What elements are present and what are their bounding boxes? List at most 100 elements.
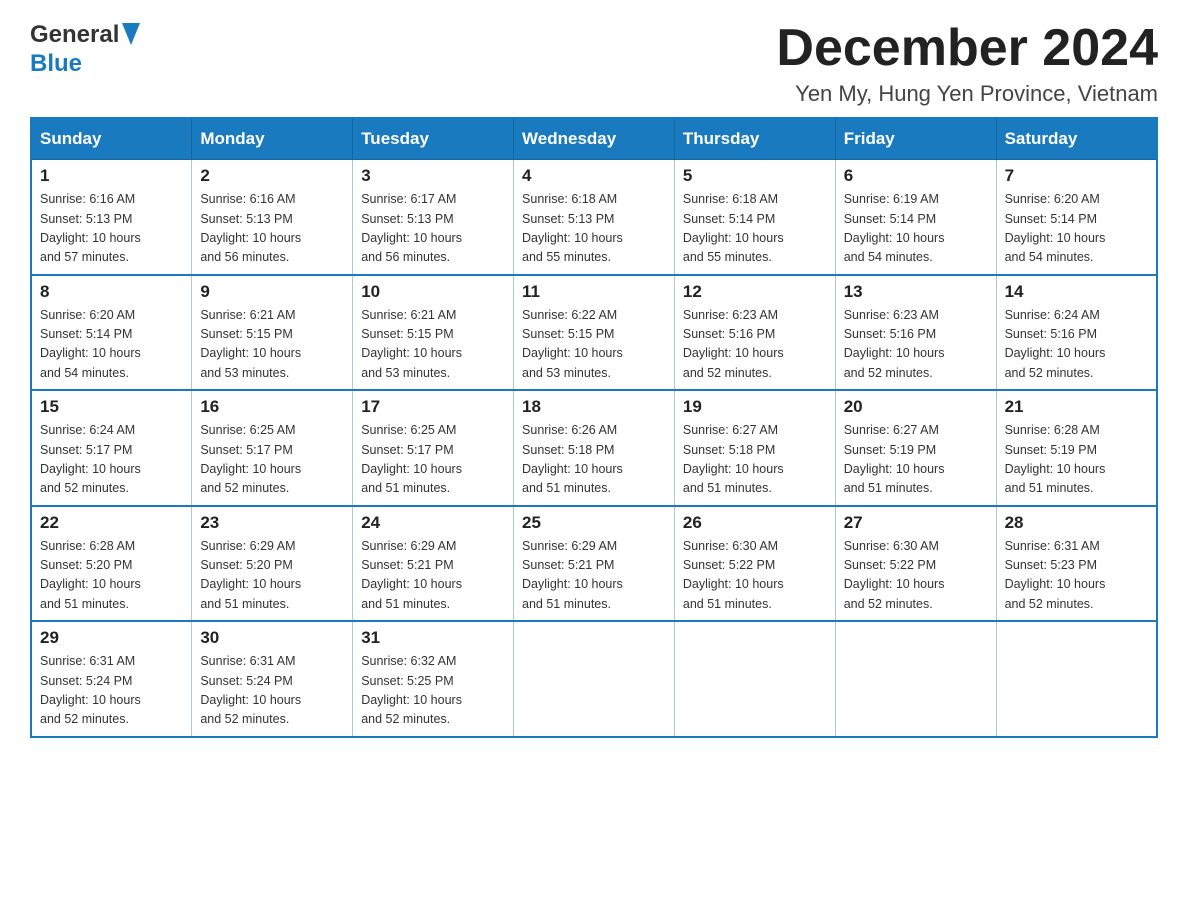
- day-number: 5: [683, 166, 827, 186]
- day-info: Sunrise: 6:23 AMSunset: 5:16 PMDaylight:…: [683, 308, 784, 380]
- day-number: 3: [361, 166, 505, 186]
- day-info: Sunrise: 6:29 AMSunset: 5:21 PMDaylight:…: [522, 539, 623, 611]
- day-info: Sunrise: 6:16 AMSunset: 5:13 PMDaylight:…: [40, 192, 141, 264]
- day-info: Sunrise: 6:29 AMSunset: 5:21 PMDaylight:…: [361, 539, 462, 611]
- day-info: Sunrise: 6:25 AMSunset: 5:17 PMDaylight:…: [200, 423, 301, 495]
- logo-arrow-icon: [122, 23, 140, 50]
- calendar-cell: [996, 621, 1157, 737]
- calendar-cell: 8 Sunrise: 6:20 AMSunset: 5:14 PMDaylight…: [31, 275, 192, 391]
- day-number: 11: [522, 282, 666, 302]
- day-info: Sunrise: 6:29 AMSunset: 5:20 PMDaylight:…: [200, 539, 301, 611]
- calendar-cell: 14 Sunrise: 6:24 AMSunset: 5:16 PMDayligh…: [996, 275, 1157, 391]
- day-info: Sunrise: 6:30 AMSunset: 5:22 PMDaylight:…: [844, 539, 945, 611]
- day-info: Sunrise: 6:30 AMSunset: 5:22 PMDaylight:…: [683, 539, 784, 611]
- day-info: Sunrise: 6:17 AMSunset: 5:13 PMDaylight:…: [361, 192, 462, 264]
- day-info: Sunrise: 6:26 AMSunset: 5:18 PMDaylight:…: [522, 423, 623, 495]
- calendar-cell: 15 Sunrise: 6:24 AMSunset: 5:17 PMDayligh…: [31, 390, 192, 506]
- calendar-cell: 7Sunrise: 6:20 AMSunset: 5:14 PMDaylight…: [996, 160, 1157, 275]
- calendar-cell: 18 Sunrise: 6:26 AMSunset: 5:18 PMDayligh…: [514, 390, 675, 506]
- calendar-cell: 6Sunrise: 6:19 AMSunset: 5:14 PMDaylight…: [835, 160, 996, 275]
- day-info: Sunrise: 6:31 AMSunset: 5:24 PMDaylight:…: [40, 654, 141, 726]
- calendar-week-3: 15 Sunrise: 6:24 AMSunset: 5:17 PMDayligh…: [31, 390, 1157, 506]
- month-title: December 2024: [776, 20, 1158, 77]
- calendar-cell: 25 Sunrise: 6:29 AMSunset: 5:21 PMDayligh…: [514, 506, 675, 622]
- day-number: 8: [40, 282, 183, 302]
- title-section: December 2024 Yen My, Hung Yen Province,…: [776, 20, 1158, 107]
- logo-general-text: General: [30, 21, 119, 49]
- day-info: Sunrise: 6:27 AMSunset: 5:19 PMDaylight:…: [844, 423, 945, 495]
- column-header-friday: Friday: [835, 118, 996, 160]
- day-number: 17: [361, 397, 505, 417]
- day-info: Sunrise: 6:23 AMSunset: 5:16 PMDaylight:…: [844, 308, 945, 380]
- calendar-week-4: 22 Sunrise: 6:28 AMSunset: 5:20 PMDayligh…: [31, 506, 1157, 622]
- day-number: 26: [683, 513, 827, 533]
- calendar-cell: 28Sunrise: 6:31 AMSunset: 5:23 PMDayligh…: [996, 506, 1157, 622]
- day-info: Sunrise: 6:16 AMSunset: 5:13 PMDaylight:…: [200, 192, 301, 264]
- calendar-cell: 10 Sunrise: 6:21 AMSunset: 5:15 PMDayligh…: [353, 275, 514, 391]
- day-info: Sunrise: 6:28 AMSunset: 5:20 PMDaylight:…: [40, 539, 141, 611]
- column-header-sunday: Sunday: [31, 118, 192, 160]
- calendar-cell: 26 Sunrise: 6:30 AMSunset: 5:22 PMDayligh…: [674, 506, 835, 622]
- day-number: 22: [40, 513, 183, 533]
- day-number: 6: [844, 166, 988, 186]
- day-info: Sunrise: 6:27 AMSunset: 5:18 PMDaylight:…: [683, 423, 784, 495]
- day-info: Sunrise: 6:20 AMSunset: 5:14 PMDaylight:…: [40, 308, 141, 380]
- day-info: Sunrise: 6:32 AMSunset: 5:25 PMDaylight:…: [361, 654, 462, 726]
- day-info: Sunrise: 6:21 AMSunset: 5:15 PMDaylight:…: [200, 308, 301, 380]
- calendar-cell: 19Sunrise: 6:27 AMSunset: 5:18 PMDayligh…: [674, 390, 835, 506]
- calendar-week-5: 29 Sunrise: 6:31 AMSunset: 5:24 PMDayligh…: [31, 621, 1157, 737]
- day-number: 20: [844, 397, 988, 417]
- calendar-cell: 27Sunrise: 6:30 AMSunset: 5:22 PMDayligh…: [835, 506, 996, 622]
- day-number: 14: [1005, 282, 1148, 302]
- day-number: 15: [40, 397, 183, 417]
- day-number: 2: [200, 166, 344, 186]
- day-number: 18: [522, 397, 666, 417]
- day-number: 7: [1005, 166, 1148, 186]
- calendar-cell: 21 Sunrise: 6:28 AMSunset: 5:19 PMDayligh…: [996, 390, 1157, 506]
- page-header: General Blue December 2024 Yen My, Hung …: [30, 20, 1158, 107]
- calendar-cell: [674, 621, 835, 737]
- column-header-thursday: Thursday: [674, 118, 835, 160]
- column-header-saturday: Saturday: [996, 118, 1157, 160]
- calendar-cell: 1Sunrise: 6:16 AMSunset: 5:13 PMDaylight…: [31, 160, 192, 275]
- calendar-cell: 24 Sunrise: 6:29 AMSunset: 5:21 PMDayligh…: [353, 506, 514, 622]
- day-number: 10: [361, 282, 505, 302]
- calendar-cell: [835, 621, 996, 737]
- calendar-cell: 23 Sunrise: 6:29 AMSunset: 5:20 PMDayligh…: [192, 506, 353, 622]
- day-info: Sunrise: 6:18 AMSunset: 5:14 PMDaylight:…: [683, 192, 784, 264]
- calendar-cell: 9 Sunrise: 6:21 AMSunset: 5:15 PMDaylight…: [192, 275, 353, 391]
- day-number: 12: [683, 282, 827, 302]
- calendar-cell: 16 Sunrise: 6:25 AMSunset: 5:17 PMDayligh…: [192, 390, 353, 506]
- location-title: Yen My, Hung Yen Province, Vietnam: [776, 81, 1158, 107]
- calendar-cell: 5 Sunrise: 6:18 AMSunset: 5:14 PMDaylight…: [674, 160, 835, 275]
- day-info: Sunrise: 6:24 AMSunset: 5:17 PMDaylight:…: [40, 423, 141, 495]
- column-header-wednesday: Wednesday: [514, 118, 675, 160]
- day-info: Sunrise: 6:18 AMSunset: 5:13 PMDaylight:…: [522, 192, 623, 264]
- day-number: 23: [200, 513, 344, 533]
- day-number: 13: [844, 282, 988, 302]
- day-number: 30: [200, 628, 344, 648]
- calendar-cell: 13 Sunrise: 6:23 AMSunset: 5:16 PMDayligh…: [835, 275, 996, 391]
- calendar-cell: 30 Sunrise: 6:31 AMSunset: 5:24 PMDayligh…: [192, 621, 353, 737]
- day-number: 9: [200, 282, 344, 302]
- day-info: Sunrise: 6:28 AMSunset: 5:19 PMDaylight:…: [1005, 423, 1106, 495]
- calendar-cell: 2 Sunrise: 6:16 AMSunset: 5:13 PMDaylight…: [192, 160, 353, 275]
- calendar-week-2: 8 Sunrise: 6:20 AMSunset: 5:14 PMDaylight…: [31, 275, 1157, 391]
- day-number: 24: [361, 513, 505, 533]
- column-header-tuesday: Tuesday: [353, 118, 514, 160]
- calendar-cell: 20 Sunrise: 6:27 AMSunset: 5:19 PMDayligh…: [835, 390, 996, 506]
- day-info: Sunrise: 6:24 AMSunset: 5:16 PMDaylight:…: [1005, 308, 1106, 380]
- day-number: 16: [200, 397, 344, 417]
- day-info: Sunrise: 6:31 AMSunset: 5:23 PMDaylight:…: [1005, 539, 1106, 611]
- calendar-cell: 31Sunrise: 6:32 AMSunset: 5:25 PMDayligh…: [353, 621, 514, 737]
- calendar-cell: 22 Sunrise: 6:28 AMSunset: 5:20 PMDayligh…: [31, 506, 192, 622]
- calendar-cell: 17Sunrise: 6:25 AMSunset: 5:17 PMDayligh…: [353, 390, 514, 506]
- day-number: 4: [522, 166, 666, 186]
- day-number: 29: [40, 628, 183, 648]
- day-number: 21: [1005, 397, 1148, 417]
- day-info: Sunrise: 6:21 AMSunset: 5:15 PMDaylight:…: [361, 308, 462, 380]
- logo: General Blue: [30, 20, 140, 78]
- calendar-cell: 29 Sunrise: 6:31 AMSunset: 5:24 PMDayligh…: [31, 621, 192, 737]
- day-number: 25: [522, 513, 666, 533]
- day-info: Sunrise: 6:31 AMSunset: 5:24 PMDaylight:…: [200, 654, 301, 726]
